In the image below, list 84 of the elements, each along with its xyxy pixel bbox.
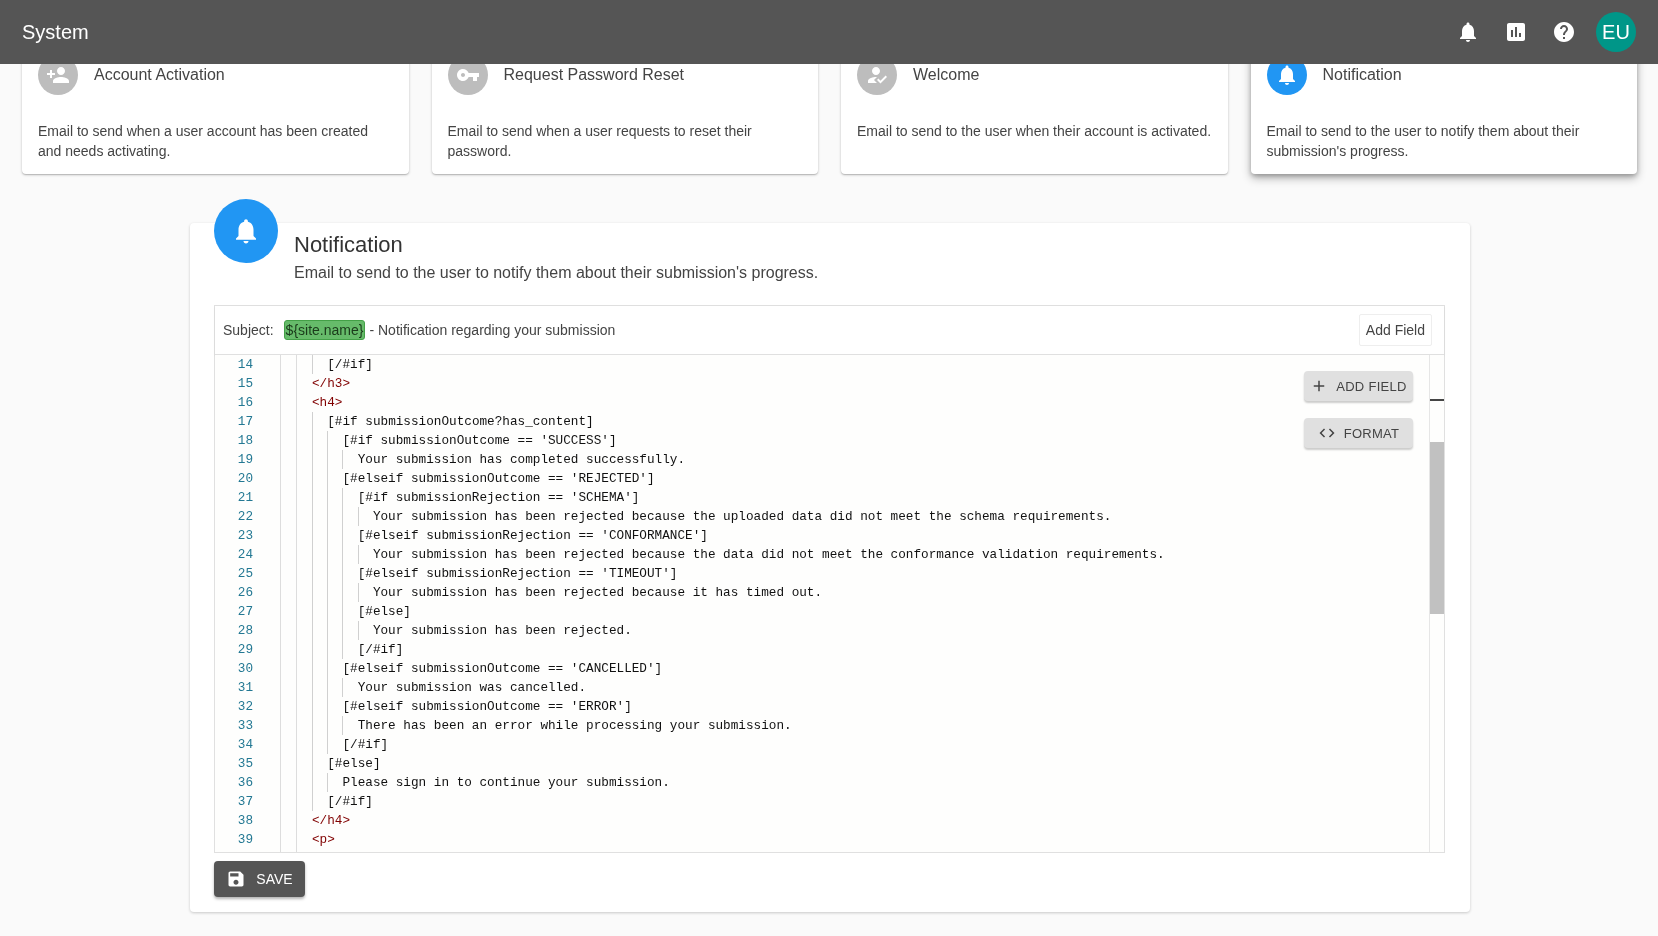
line-number: 21 (236, 489, 254, 507)
save-icon (226, 869, 247, 889)
ruler-mark (1430, 399, 1444, 401)
format-button[interactable]: FORMAT (1304, 418, 1413, 448)
line-number: 25 (236, 565, 254, 583)
line-number: 15 (236, 375, 254, 393)
line-number: 17 (236, 413, 254, 431)
card-description: Email to send to the user to notify them about their submission's progress. (1266, 122, 1581, 161)
subject-label: Subject: (223, 322, 274, 338)
code-line: [#else] (327, 755, 381, 773)
field-chip[interactable]: ${site.name} (283, 320, 366, 340)
code-line: Your submission has been rejected because the data did not meet the conformance validation requirements. (372, 546, 1165, 564)
code-line: [/#if] (357, 641, 404, 659)
line-number: 27 (236, 603, 254, 621)
save-button[interactable]: SAVE (214, 861, 305, 897)
code-line: [#if submissionOutcome?has_content] (327, 413, 594, 431)
template-title: Notification (294, 232, 404, 258)
line-number: 34 (236, 736, 254, 754)
code-line: [#elseif submissionRejection == 'TIMEOUT'] (357, 565, 678, 583)
bell-icon (1266, 64, 1307, 95)
card-title: Notification (1322, 66, 1402, 84)
line-number: 22 (236, 508, 254, 526)
line-number: 30 (236, 660, 254, 678)
line-number: 31 (236, 679, 254, 697)
code-line: Your submission has been rejected because it has timed out. (372, 584, 823, 602)
code-line: [#elseif submissionOutcome == 'REJECTED'] (342, 470, 655, 488)
scrollbar-thumb[interactable] (1430, 442, 1444, 614)
card-description: Email to send when a user account has been created and needs activating. (38, 122, 369, 161)
line-number: 37 (236, 793, 254, 811)
card-description: Email to send when a user requests to reset their password. (447, 122, 753, 161)
line-number: 32 (236, 698, 254, 716)
line-number: 16 (236, 394, 254, 412)
code-line: <h4> (312, 394, 343, 412)
add-field-button[interactable]: ADD FIELD (1304, 371, 1413, 401)
add-field-button[interactable]: Add Field (1358, 314, 1432, 346)
subject-text[interactable]: - Notification regarding your submission (369, 322, 1359, 338)
code-line: </h3> (312, 375, 351, 393)
code-line: [#if submissionRejection == 'SCHEMA'] (357, 489, 640, 507)
app-title: System (22, 20, 90, 44)
template-description: Email to send to the user to notify them about their submission's progress. (294, 263, 819, 283)
line-number: 36 (236, 774, 254, 792)
line-number: 20 (236, 470, 254, 488)
line-number: 35 (236, 755, 254, 773)
code-line: Your submission has completed successfully. (357, 451, 686, 469)
person-check-icon (857, 64, 897, 95)
code-line: Your submission has been rejected. (372, 622, 632, 640)
code-line: </h4> (312, 812, 351, 830)
line-number: 14 (236, 356, 254, 374)
key-icon (447, 64, 488, 95)
bar-chart-icon (1504, 20, 1528, 44)
help-icon (1552, 20, 1576, 44)
line-number: 19 (236, 451, 254, 469)
card-title: Welcome (913, 66, 980, 84)
code-line: Your submission has been rejected because the uploaded data did not meet the schema requirements. (372, 508, 1112, 526)
line-number: 24 (236, 546, 254, 564)
code-line: [/#if] (327, 356, 373, 374)
line-number: 38 (236, 812, 254, 830)
code-line: <p> (312, 831, 335, 849)
line-number: 23 (236, 527, 254, 545)
line-number: 26 (236, 584, 254, 602)
line-number: 39 (236, 831, 254, 849)
line-number: 33 (236, 717, 254, 735)
code-line: [/#if] (327, 793, 373, 811)
card-title: Account Activation (94, 66, 225, 84)
code-line: [#elseif submissionOutcome == 'ERROR'] (342, 698, 632, 716)
person-add-icon (38, 64, 78, 95)
line-number: 29 (236, 641, 254, 659)
template-card[interactable]: Request Password Reset Email to send when a user requests to reset their password. (431, 64, 818, 174)
code-line: [#elseif submissionRejection == 'CONFORMANCE'] (357, 527, 708, 545)
code-line: There has been an error while processing your submission. (357, 717, 792, 735)
code-line: [#elseif submissionOutcome == 'CANCELLED'] (342, 660, 663, 678)
code-line: [#else] (357, 603, 411, 621)
code-line: [/#if] (342, 736, 389, 754)
template-card[interactable]: Notification Email to send to the user to notify them about their submission's progress. (1250, 64, 1637, 174)
template-card[interactable]: Welcome Email to send to the user when their account is activated. (841, 64, 1228, 174)
line-number: 18 (236, 432, 254, 450)
card-title: Request Password Reset (503, 66, 685, 84)
code-line: Your submission was cancelled. (357, 679, 587, 697)
user-avatar[interactable]: EU (1596, 12, 1636, 52)
template-card[interactable]: Account Activation Email to send when a user account has been created and needs activating. (22, 64, 409, 174)
card-description: Email to send to the user when their account is activated. (857, 122, 1212, 141)
line-number: 28 (236, 622, 254, 640)
code-line: Please sign in to continue your submission. (342, 774, 670, 792)
code-line: [#if submissionOutcome == 'SUCCESS'] (342, 432, 617, 450)
